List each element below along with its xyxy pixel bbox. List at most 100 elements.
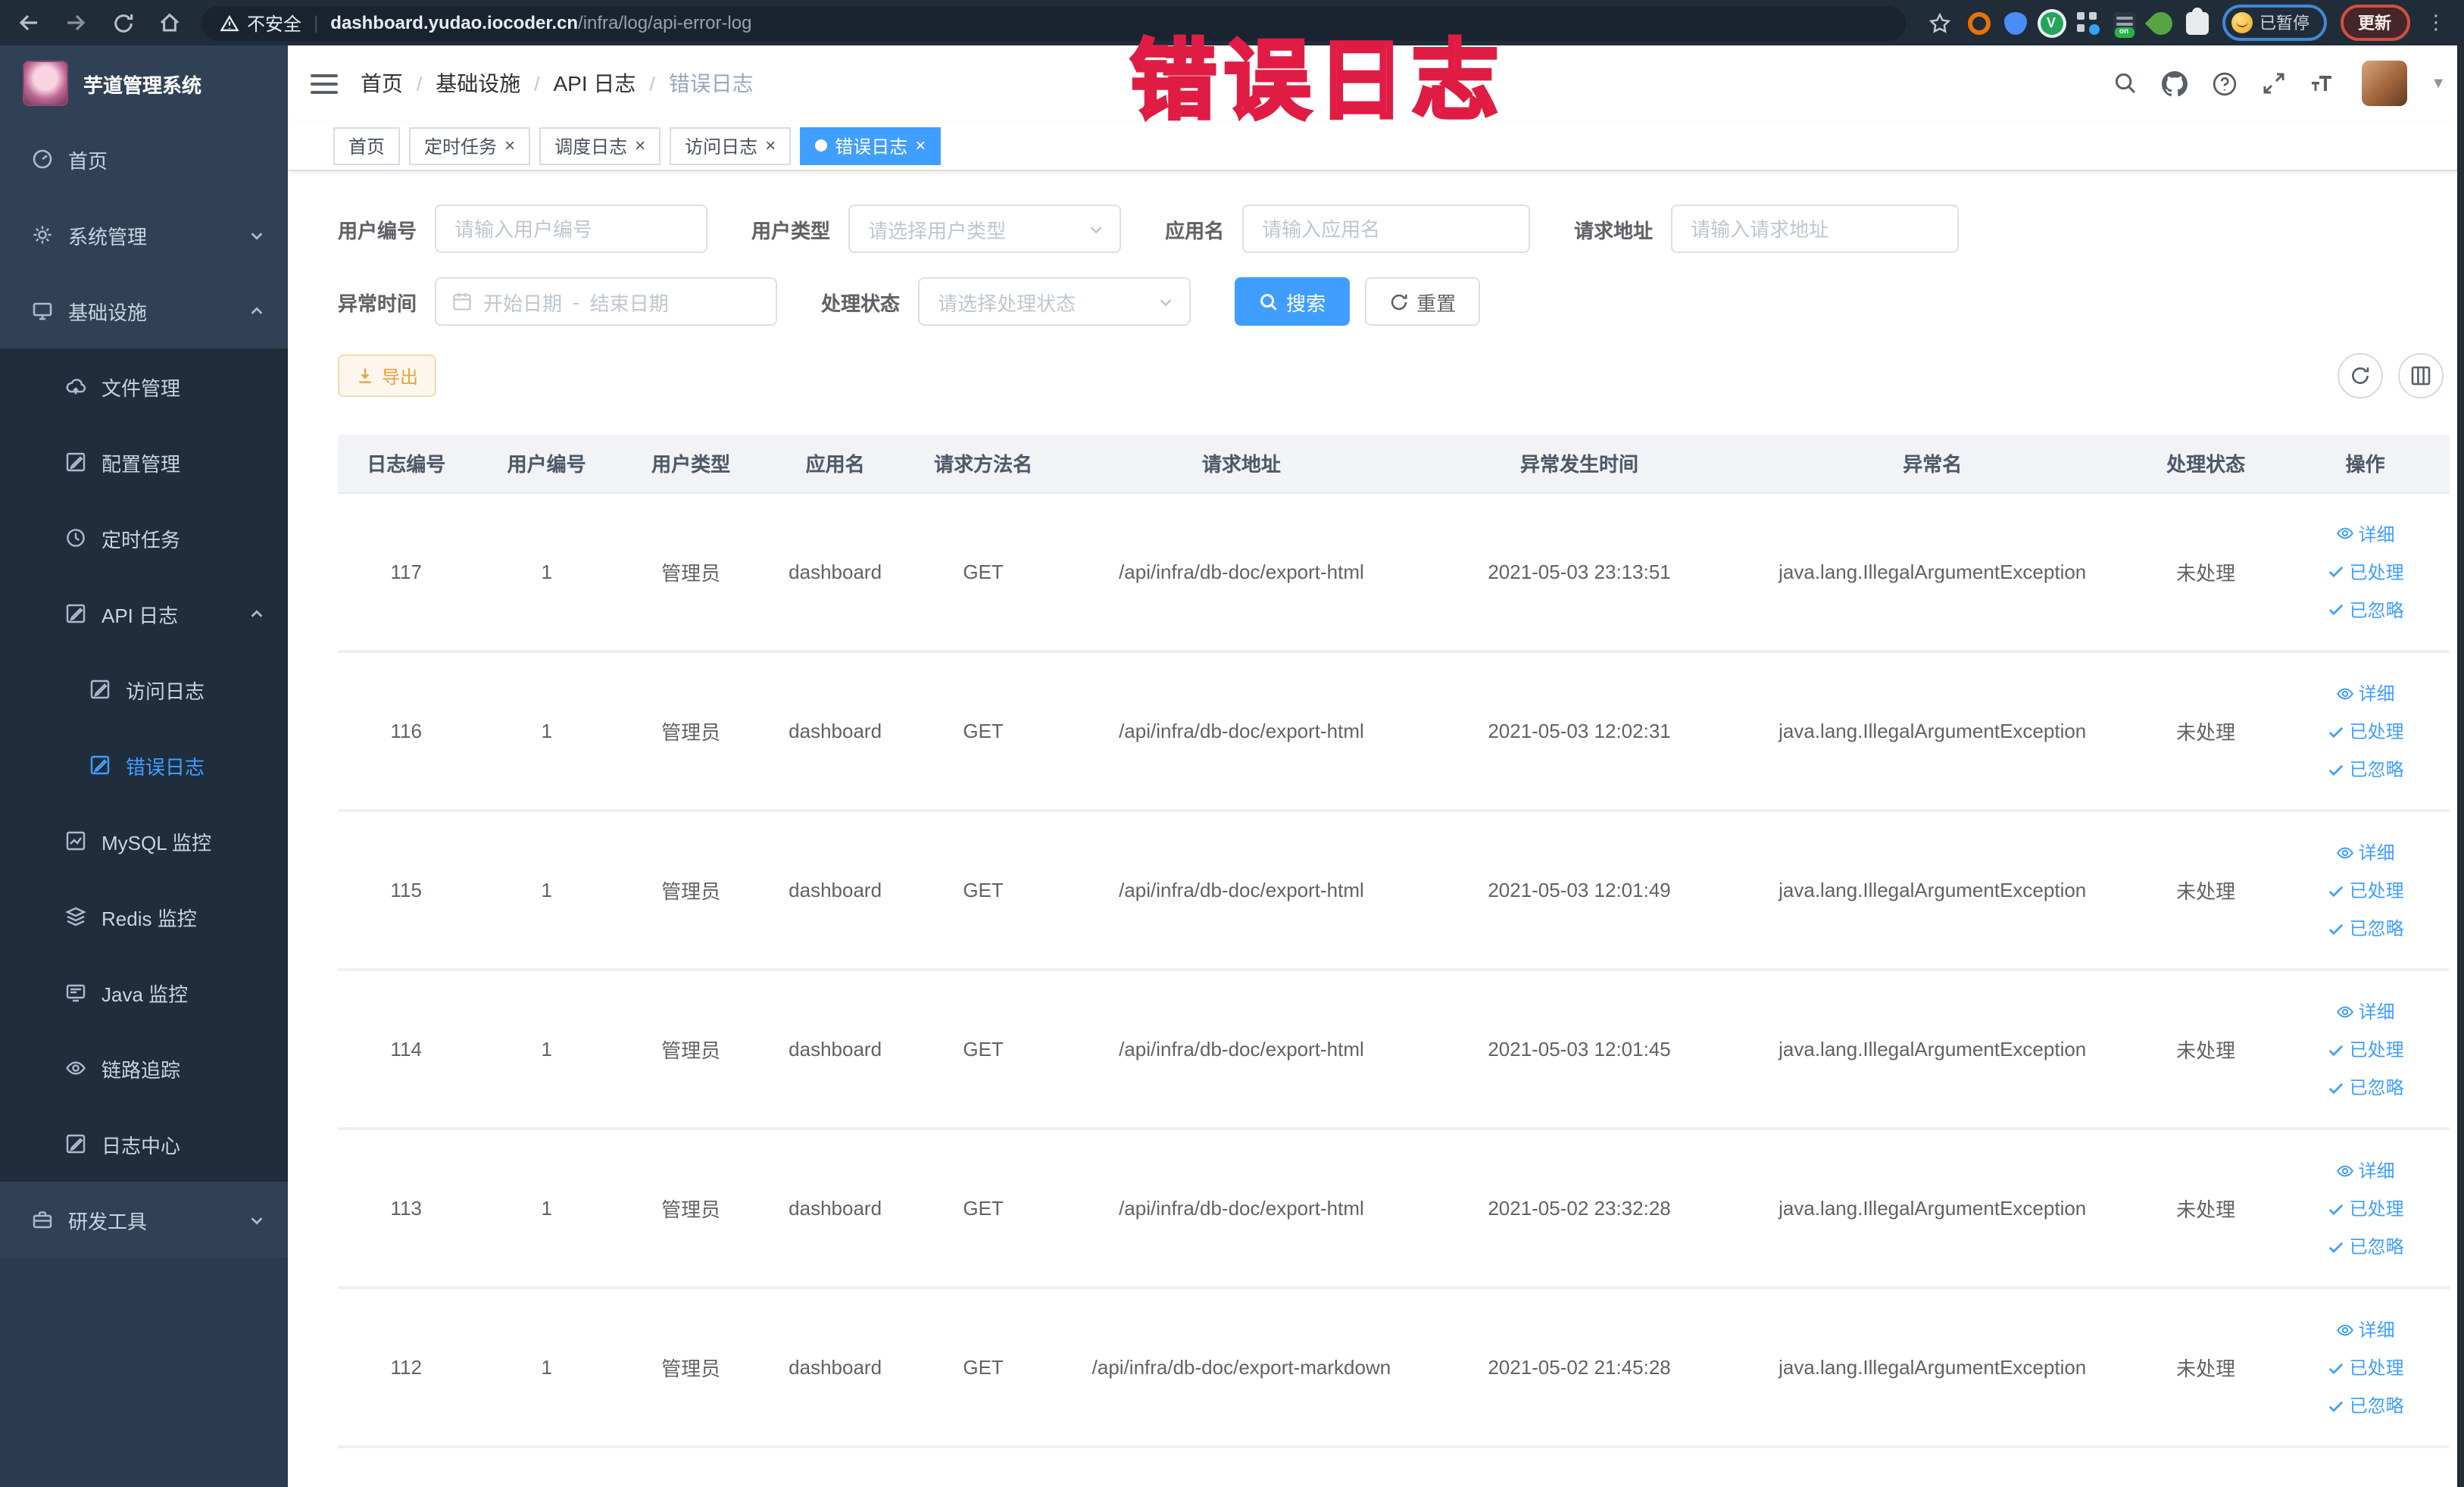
hamburger-icon[interactable] bbox=[288, 72, 361, 95]
app-name-input[interactable] bbox=[1242, 205, 1531, 253]
user-id-input[interactable] bbox=[435, 205, 708, 253]
text-size-icon[interactable] bbox=[2309, 71, 2337, 95]
filter-row-2: 异常时间 开始日期 - 结束日期 处理状态 请选择处理状态 搜索 重置 bbox=[338, 277, 2449, 326]
sidebar-item-redis-monitor[interactable]: Redis 监控 bbox=[0, 879, 288, 954]
sidebar-item-access-log[interactable]: 访问日志 bbox=[0, 651, 288, 727]
mark-processed-link[interactable]: 已处理 bbox=[2327, 1036, 2404, 1062]
sidebar-item-trace[interactable]: 链路追踪 bbox=[0, 1030, 288, 1106]
cell-status: 未处理 bbox=[2129, 1129, 2282, 1289]
close-icon[interactable]: × bbox=[915, 136, 926, 155]
sidebar-item-error-log[interactable]: 错误日志 bbox=[0, 727, 288, 803]
bookmark-star-icon[interactable] bbox=[1926, 9, 1953, 36]
page-content: 用户编号 用户类型 请选择用户类型 应用名 bbox=[288, 171, 2464, 1487]
mark-ignored-link[interactable]: 已忽略 bbox=[2327, 1233, 2404, 1259]
filter-app-name: 应用名 bbox=[1165, 205, 1531, 253]
column-settings-button[interactable] bbox=[2397, 353, 2443, 398]
address-bar[interactable]: 不安全 | dashboard.yudao.iocoder.cn/infra/l… bbox=[201, 5, 1905, 40]
security-indicator[interactable]: 不安全 bbox=[220, 10, 301, 36]
close-icon[interactable]: × bbox=[504, 136, 515, 155]
avatar-caret-icon[interactable]: ▼ bbox=[2431, 75, 2446, 92]
infra-submenu: 文件管理 配置管理 定时任务 API 日志 访问日志 错误日志 MySQL 监控… bbox=[0, 348, 288, 1182]
sidebar-item-log-center[interactable]: 日志中心 bbox=[0, 1106, 288, 1182]
breadcrumb-infra[interactable]: 基础设施 bbox=[436, 68, 520, 98]
security-label: 不安全 bbox=[247, 13, 302, 34]
sidebar-item-infra[interactable]: 基础设施 bbox=[0, 273, 288, 348]
check-icon bbox=[2328, 1082, 2343, 1094]
sidebar-item-java-monitor[interactable]: Java 监控 bbox=[0, 954, 288, 1030]
back-icon[interactable] bbox=[15, 9, 42, 36]
cell-actions: 详细 已处理 已忽略 bbox=[2281, 811, 2449, 971]
help-icon[interactable] bbox=[2211, 70, 2237, 96]
profile-paused-chip[interactable]: 已暂停 bbox=[2222, 5, 2326, 41]
col-actions: 操作 bbox=[2281, 435, 2449, 493]
tag-home[interactable]: 首页 bbox=[333, 127, 401, 164]
export-button[interactable]: 导出 bbox=[338, 355, 437, 397]
tag-error-log[interactable]: 错误日志 × bbox=[800, 127, 942, 164]
fullscreen-icon[interactable] bbox=[2261, 71, 2285, 95]
sidebar-item-dev-tools[interactable]: 研发工具 bbox=[0, 1182, 288, 1257]
detail-link[interactable]: 详细 bbox=[2336, 998, 2395, 1024]
mark-ignored-link[interactable]: 已忽略 bbox=[2327, 915, 2404, 941]
sidebar-logo[interactable]: 芋道管理系统 bbox=[0, 45, 288, 121]
cell-request-url: /api/infra/db-doc/export-html bbox=[1059, 970, 1424, 1130]
extension-icon-toggle[interactable]: on bbox=[2113, 11, 2135, 37]
github-icon[interactable] bbox=[2161, 70, 2188, 96]
refresh-table-button[interactable] bbox=[2337, 353, 2382, 398]
extension-icon-shield[interactable] bbox=[2003, 11, 2026, 34]
sidebar-item-system[interactable]: 系统管理 bbox=[0, 197, 288, 273]
mark-processed-link[interactable]: 已处理 bbox=[2327, 877, 2404, 903]
user-type-select[interactable]: 请选择用户类型 bbox=[848, 205, 1122, 253]
reset-button[interactable]: 重置 bbox=[1365, 277, 1481, 326]
mark-processed-link[interactable]: 已处理 bbox=[2327, 1354, 2404, 1380]
tag-schedule-log[interactable]: 调度日志 × bbox=[539, 127, 661, 164]
page-scrollbar[interactable] bbox=[2456, 45, 2464, 1487]
browser-menu-kebab-icon[interactable]: ⋮ bbox=[2423, 11, 2449, 35]
tag-access-log[interactable]: 访问日志 × bbox=[670, 127, 792, 164]
extension-icon-grid[interactable] bbox=[2076, 11, 2099, 34]
close-icon[interactable]: × bbox=[765, 136, 776, 155]
cell-log-id: 117 bbox=[338, 492, 475, 653]
main-panel: 首页 / 基础设施 / API 日志 / 错误日志 ▼ 首页 定时任务 × 调度… bbox=[288, 45, 2464, 1487]
mark-ignored-link[interactable]: 已忽略 bbox=[2327, 1074, 2404, 1100]
extension-icon-leaf[interactable] bbox=[2144, 6, 2177, 39]
user-avatar[interactable] bbox=[2361, 61, 2407, 106]
cell-user-id: 1 bbox=[474, 970, 619, 1130]
detail-link[interactable]: 详细 bbox=[2336, 1317, 2395, 1342]
sidebar-item-cron-job[interactable]: 定时任务 bbox=[0, 500, 288, 576]
sidebar-item-api-log[interactable]: API 日志 bbox=[0, 576, 288, 651]
home-icon[interactable] bbox=[156, 9, 183, 36]
close-icon[interactable]: × bbox=[635, 136, 645, 155]
breadcrumb-home[interactable]: 首页 bbox=[361, 68, 403, 98]
extension-icon-donut[interactable] bbox=[1967, 11, 1990, 34]
extension-icon-v[interactable]: V bbox=[2040, 11, 2063, 34]
end-date-placeholder: 结束日期 bbox=[589, 292, 669, 314]
search-icon[interactable] bbox=[2113, 71, 2137, 95]
reload-icon[interactable] bbox=[109, 9, 136, 36]
sidebar-item-home[interactable]: 首页 bbox=[0, 121, 288, 197]
cell-request-url: /api/infra/db-doc/export-markdown bbox=[1059, 1288, 1424, 1448]
mark-ignored-link[interactable]: 已忽略 bbox=[2327, 597, 2404, 623]
mark-processed-link[interactable]: 已处理 bbox=[2327, 559, 2404, 585]
sidebar-item-mysql-monitor[interactable]: MySQL 监控 bbox=[0, 803, 288, 879]
detail-link[interactable]: 详细 bbox=[2336, 680, 2395, 706]
mark-ignored-link[interactable]: 已忽略 bbox=[2327, 756, 2404, 782]
detail-link[interactable]: 详细 bbox=[2336, 839, 2395, 865]
breadcrumb-api-log[interactable]: API 日志 bbox=[554, 68, 636, 98]
tags-view: 首页 定时任务 × 调度日志 × 访问日志 × 错误日志 × bbox=[288, 121, 2464, 171]
extensions-puzzle-icon[interactable] bbox=[2185, 7, 2208, 34]
mark-processed-link[interactable]: 已处理 bbox=[2327, 1195, 2404, 1221]
process-status-select[interactable]: 请选择处理状态 bbox=[918, 277, 1191, 326]
mark-processed-link[interactable]: 已处理 bbox=[2327, 718, 2404, 744]
update-button[interactable]: 更新 bbox=[2340, 5, 2409, 41]
sidebar-item-config-manage[interactable]: 配置管理 bbox=[0, 424, 288, 500]
detail-link[interactable]: 详细 bbox=[2336, 1157, 2395, 1183]
tag-cron-job[interactable]: 定时任务 × bbox=[409, 127, 531, 164]
search-button[interactable]: 搜索 bbox=[1235, 277, 1351, 326]
request-url-input[interactable] bbox=[1671, 205, 1960, 253]
sidebar-item-file-manage[interactable]: 文件管理 bbox=[0, 348, 288, 424]
date-range-picker[interactable]: 开始日期 - 结束日期 bbox=[435, 277, 778, 326]
detail-link[interactable]: 详细 bbox=[2336, 521, 2395, 547]
mark-ignored-link[interactable]: 已忽略 bbox=[2327, 1392, 2404, 1418]
screen-icon bbox=[64, 982, 86, 1003]
forward-icon[interactable] bbox=[62, 9, 89, 36]
